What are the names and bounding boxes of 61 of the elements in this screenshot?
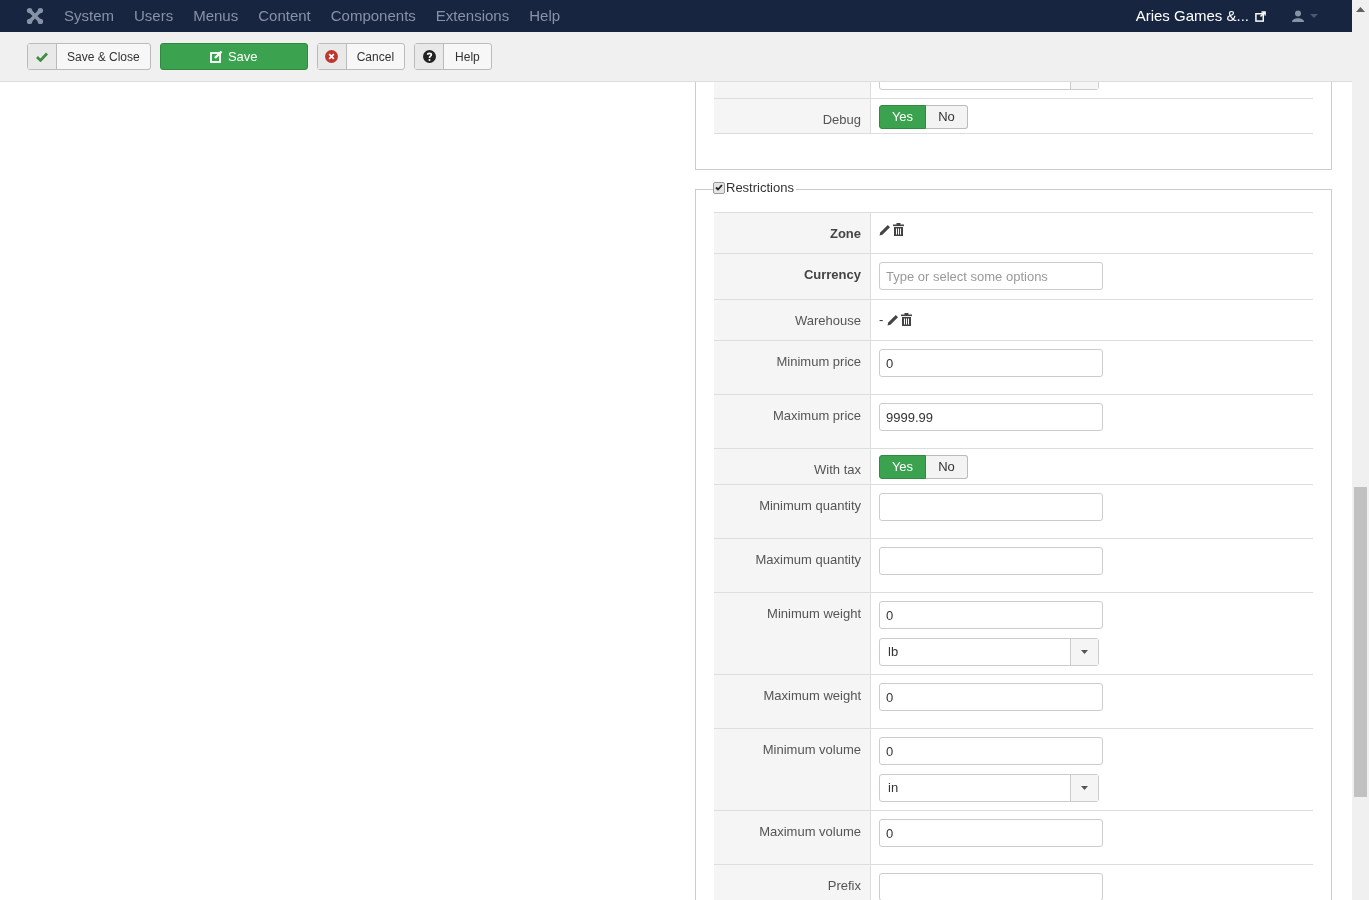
select-field[interactable]: lb [879, 638, 1099, 666]
select-field[interactable]: in [879, 774, 1099, 802]
checkbox[interactable] [713, 181, 725, 194]
trash-icon[interactable] [901, 313, 913, 327]
field-value: - [879, 311, 884, 329]
menu-item[interactable]: Users [134, 4, 174, 28]
scrollbar[interactable] [1352, 0, 1369, 900]
field-label: Maximum price [772, 408, 861, 423]
menu-item[interactable]: Menus [193, 4, 239, 28]
field-label: Zone [829, 226, 861, 241]
input-field[interactable]: 0 [879, 737, 1103, 765]
checkmark-icon [715, 184, 723, 192]
input-field[interactable] [879, 873, 1103, 900]
input-field[interactable]: 0 [879, 819, 1103, 847]
caret-icon [1081, 650, 1088, 654]
logo-icon[interactable] [26, 7, 44, 25]
edit-icon [209, 50, 223, 63]
question-icon [422, 50, 436, 63]
user-menu[interactable] [1292, 10, 1318, 22]
field-label: Currency [803, 267, 861, 282]
input-field[interactable]: 0 [879, 683, 1103, 711]
menu-item[interactable]: Extensions [435, 4, 510, 28]
input-field[interactable]: Type or select some options [879, 262, 1103, 290]
fieldset-legend: Restrictions [726, 178, 794, 198]
field-label: With tax [814, 462, 861, 477]
checkmark-icon [36, 51, 48, 62]
field-label: Prefix [827, 878, 861, 893]
trash-icon[interactable] [893, 223, 904, 236]
input-field[interactable] [879, 493, 1103, 521]
field-label: Maximum weight [763, 688, 861, 703]
field-label: Minimum volume [762, 742, 861, 757]
input-field[interactable] [879, 547, 1103, 575]
field-label: Warehouse [795, 313, 861, 328]
cancel-button[interactable]: Cancel [316, 43, 406, 70]
menu-item[interactable]: System [64, 4, 114, 28]
cancel-icon [325, 50, 339, 63]
toggle-option[interactable]: No [926, 455, 968, 479]
field-label: Debug [822, 112, 861, 127]
pencil-icon[interactable] [879, 223, 891, 236]
toggle-option[interactable]: No [926, 105, 968, 129]
field-label: Maximum quantity [755, 552, 861, 567]
save-close-button[interactable]: Save & Close [27, 43, 151, 70]
input-field[interactable]: 9999.99 [879, 403, 1103, 431]
menu-item[interactable]: Help [529, 4, 561, 28]
caret-icon [1081, 786, 1088, 790]
scrollbar-thumb[interactable] [1354, 487, 1367, 797]
scroll-up-arrow-icon[interactable] [1356, 7, 1365, 12]
user-icon [1292, 10, 1304, 22]
input-field[interactable]: 0 [879, 601, 1103, 629]
site-link[interactable]: Aries Games &... [1135, 4, 1249, 28]
help-button[interactable]: Help [414, 43, 492, 70]
external-link-icon[interactable] [1255, 10, 1266, 22]
menu-item[interactable]: Components [330, 4, 416, 28]
caret-icon [1310, 14, 1318, 18]
input-field[interactable]: 0 [879, 349, 1103, 377]
field-label: Minimum weight [767, 606, 861, 621]
pencil-icon[interactable] [887, 313, 900, 326]
field-label: Maximum volume [759, 824, 861, 839]
field-label: Minimum price [776, 354, 861, 369]
menu-item[interactable]: Content [258, 4, 311, 28]
field-label: Minimum quantity [759, 498, 861, 513]
